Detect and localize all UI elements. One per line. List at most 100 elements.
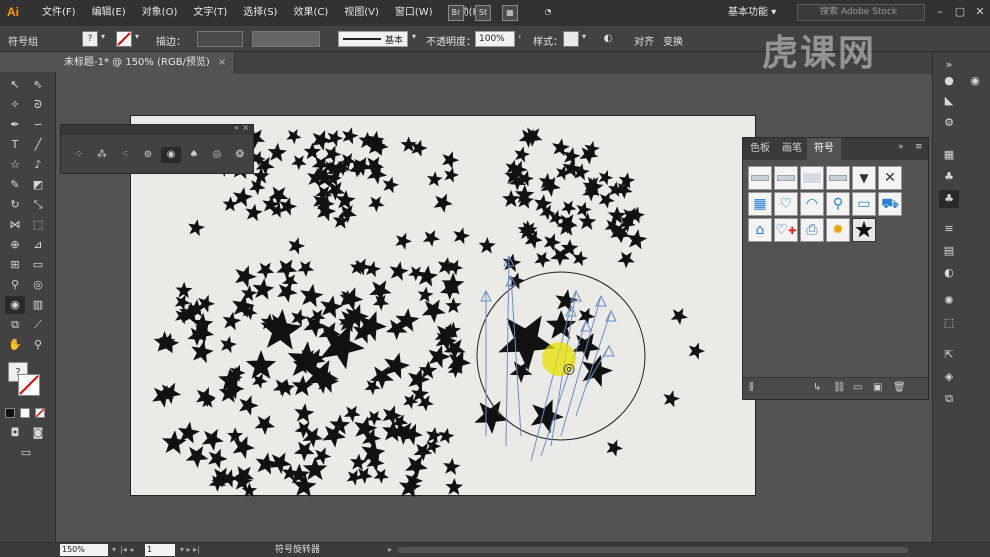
slice-tool-icon[interactable]: ⟋	[28, 316, 48, 334]
mesh-tool-icon[interactable]: ⊞	[5, 256, 25, 274]
variable-width-profile[interactable]	[252, 31, 320, 47]
color-mode-button[interactable]	[5, 408, 15, 418]
gradient-mode-button[interactable]	[20, 408, 30, 418]
swatches-icon[interactable]: ▦	[939, 146, 959, 164]
symbol-sprayer-icon[interactable]: ⁘	[69, 147, 89, 163]
menu-edit[interactable]: 编辑(E)	[84, 0, 134, 26]
direct-selection-tool-icon[interactable]: ⇖	[28, 76, 48, 94]
zoom-dropdown-icon[interactable]: ▾	[112, 544, 116, 556]
minimize-icon[interactable]: –	[932, 4, 948, 20]
symbol-spinner-icon[interactable]: ◉	[161, 147, 181, 163]
style-dropdown-icon[interactable]: ▾	[582, 32, 586, 41]
symbol-shifter-icon[interactable]: ⁂	[92, 147, 112, 163]
stock-search-input[interactable]: 搜索 Adobe Stock	[797, 4, 925, 21]
symbol-sizer-icon[interactable]: ⊚	[138, 147, 158, 163]
width-tool-icon[interactable]: ⋈	[5, 216, 25, 234]
graphic-styles-icon[interactable]: ✺	[939, 292, 959, 310]
stroke-color-box[interactable]	[18, 374, 40, 396]
hand-tool-icon[interactable]: ✋	[5, 336, 25, 354]
symbol-star-icon[interactable]	[852, 218, 876, 242]
new-symbol-icon[interactable]: ▣	[873, 382, 882, 393]
artboard-tool-icon[interactable]: ⧉	[5, 316, 25, 334]
symbol-rss-icon[interactable]: ◠	[800, 192, 824, 216]
menu-object[interactable]: 对象(O)	[134, 0, 186, 26]
export-icon[interactable]: ⇱	[939, 346, 959, 364]
opacity-input[interactable]: 100%	[475, 31, 515, 47]
tab-brushes[interactable]: 画笔	[775, 138, 809, 160]
first-artboard-icon[interactable]: |◂ ◂	[120, 544, 133, 556]
symbol-close-x-icon[interactable]: ✕	[878, 166, 902, 190]
bridge-icon[interactable]: Br	[448, 5, 464, 21]
blend-tool-icon[interactable]: ◎	[28, 276, 48, 294]
close-tab-icon[interactable]: ×	[218, 57, 226, 68]
transparency-icon[interactable]: ◐	[939, 264, 959, 282]
draw-normal-icon[interactable]: ◘	[5, 424, 25, 442]
menu-file[interactable]: 文件(F)	[34, 0, 84, 26]
magic-wand-tool-icon[interactable]: ✧	[5, 96, 25, 114]
shape-builder-tool-icon[interactable]: ⊕	[5, 236, 25, 254]
gradient-tool-icon[interactable]: ▭	[28, 256, 48, 274]
collapse-icon[interactable]: «	[234, 123, 239, 132]
document-tab[interactable]: 未标题-1* @ 150% (RGB/预览) ×	[56, 52, 236, 74]
selection-tool-icon[interactable]: ↖	[5, 76, 25, 94]
zoom-tool-icon[interactable]: ⚲	[28, 336, 48, 354]
panel-menu-icon[interactable]: ≡	[915, 142, 923, 152]
scale-tool-icon[interactable]: ⤡	[28, 196, 48, 214]
zoom-field[interactable]: 150%	[60, 544, 108, 556]
transform-button[interactable]: 变换	[663, 33, 683, 48]
chevron-right-icon[interactable]: ›	[518, 32, 521, 41]
none-mode-button[interactable]	[35, 408, 45, 418]
fill-dropdown-icon[interactable]: ▾	[101, 32, 105, 41]
symbol-banner-2[interactable]	[774, 166, 798, 190]
appearance-icon[interactable]: ⚙	[939, 114, 959, 132]
draw-behind-icon[interactable]: ◙	[28, 424, 48, 442]
free-transform-tool-icon[interactable]: ⬚	[28, 216, 48, 234]
brush-definition[interactable]: 基本	[338, 31, 408, 47]
symbol-libraries-icon[interactable]: ⫼	[749, 382, 754, 393]
horizontal-scrollbar[interactable]	[398, 547, 908, 553]
shaper-tool-icon[interactable]: ✎	[5, 176, 25, 194]
artboard-number-field[interactable]: 1	[145, 544, 175, 556]
symbol-scruncher-icon[interactable]: ⁖	[115, 147, 135, 163]
collapse-panel-icon[interactable]: »	[898, 142, 904, 152]
screen-mode-icon[interactable]: ▭	[16, 444, 36, 462]
menu-view[interactable]: 视图(V)	[336, 0, 387, 26]
line-tool-icon[interactable]: ╱	[28, 136, 48, 154]
place-symbol-icon[interactable]: ↳	[813, 382, 821, 393]
status-menu-icon[interactable]: ▸	[388, 544, 392, 556]
workspace-switcher[interactable]: 基本功能 ▾	[728, 5, 776, 21]
rotate-tool-icon[interactable]: ↻	[5, 196, 25, 214]
paintbrush-tool-icon[interactable]: ♪	[28, 156, 48, 174]
brush-dropdown-icon[interactable]: ▾	[412, 32, 416, 41]
pen-tool-icon[interactable]: ✒	[5, 116, 25, 134]
symbol-options-icon[interactable]: ▭	[853, 382, 862, 393]
panel-header[interactable]: « ×	[61, 123, 253, 135]
stroke-icon[interactable]: ≡	[939, 220, 959, 238]
symbol-banner-4[interactable]	[826, 166, 850, 190]
stroke-swatch[interactable]	[116, 31, 132, 47]
symbol-home-icon[interactable]: ⌂	[748, 218, 772, 242]
symbol-banner-1[interactable]	[748, 166, 772, 190]
cc-libraries-icon[interactable]: ◉	[965, 72, 985, 90]
break-link-icon[interactable]: ⛓	[833, 382, 846, 393]
arrange-documents-icon[interactable]: ▦	[502, 5, 518, 21]
brushes-icon[interactable]: ♣	[939, 168, 959, 186]
eraser-tool-icon[interactable]: ◩	[28, 176, 48, 194]
next-artboard-icon[interactable]: ▾ ▸ ▸|	[180, 544, 200, 556]
menu-type[interactable]: 文字(T)	[185, 0, 235, 26]
color-guide-icon[interactable]: ◣	[939, 92, 959, 110]
symbol-styler-icon[interactable]: ❂	[230, 147, 250, 163]
style-swatch[interactable]	[563, 31, 579, 47]
stroke-dropdown-icon[interactable]: ▾	[135, 32, 139, 41]
align-button[interactable]: 对齐	[634, 33, 654, 48]
symbol-banner-3[interactable]	[800, 166, 824, 190]
symbol-pipe-bar-icon[interactable]: ▭	[852, 192, 876, 216]
symbol-stainer-icon[interactable]: ♠	[184, 147, 204, 163]
star-tool-icon[interactable]: ☆	[5, 156, 25, 174]
curvature-tool-icon[interactable]: ∽	[28, 116, 48, 134]
artboards-icon[interactable]: ⧉	[939, 390, 959, 408]
menu-effect[interactable]: 效果(C)	[285, 0, 336, 26]
gpu-performance-icon[interactable]: ◔	[540, 5, 556, 21]
perspective-grid-tool-icon[interactable]: ⊿	[28, 236, 48, 254]
tab-swatches[interactable]: 色板	[743, 138, 777, 160]
